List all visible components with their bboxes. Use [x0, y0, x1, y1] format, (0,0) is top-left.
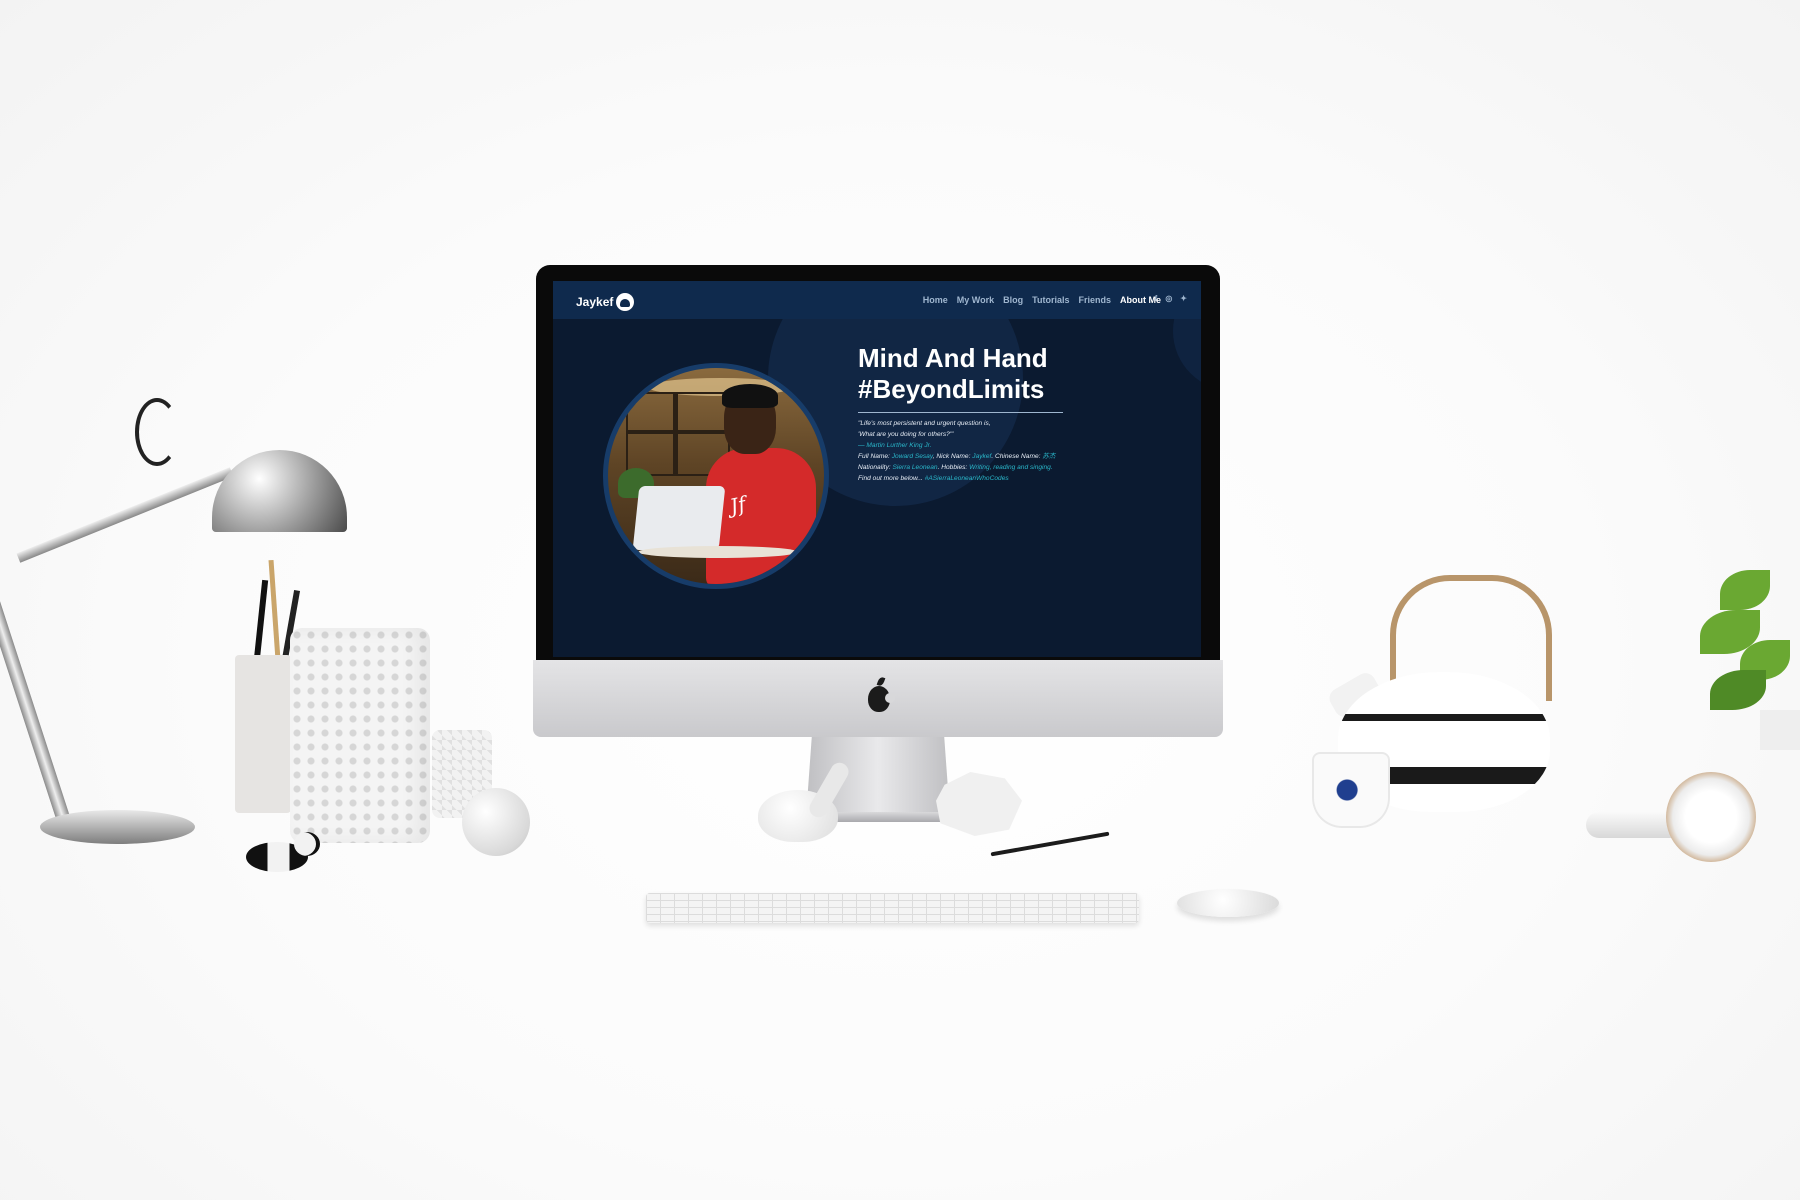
- photo-hair: [722, 384, 778, 408]
- crumpled-paper: [936, 772, 1022, 836]
- nav-link-tutorials[interactable]: Tutorials: [1032, 295, 1069, 305]
- plant-leaf: [1710, 670, 1766, 710]
- profile-photo: Jf: [603, 363, 829, 589]
- pen: [990, 831, 1110, 857]
- panda-head: [294, 832, 320, 856]
- mouse: [1177, 889, 1279, 917]
- potted-plant: [1690, 560, 1800, 750]
- full-name-value: Joward Sesay: [891, 453, 933, 460]
- brand-emblem-icon: [616, 293, 635, 311]
- facebook-icon[interactable]: f: [1155, 294, 1158, 303]
- nationality-label: Nationality:: [858, 464, 891, 471]
- bio-details-line: Nationality: Sierra Leonean. Hobbies: Wr…: [858, 462, 1098, 473]
- keyboard: [646, 893, 1139, 923]
- decorative-ball: [462, 788, 530, 856]
- desk-lamp-spring: [135, 398, 179, 466]
- nick-name-value: Jaykef: [972, 453, 992, 460]
- hero-title-line2: #BeyondLimits: [858, 374, 1045, 404]
- nationality-value: Sierra Leonean: [892, 464, 938, 471]
- apple-logo-icon: [868, 686, 895, 712]
- hobbies-value: Writing, reading and singing.: [969, 464, 1053, 471]
- desk-scene: Jaykef Home My Work Blog Tutorials Frien…: [0, 0, 1800, 1200]
- social-links: f ◎ ✦: [1155, 294, 1187, 303]
- headphones: [1586, 768, 1796, 868]
- plant-pot: [1760, 710, 1800, 750]
- hero-title: Mind And Hand #BeyondLimits: [858, 343, 1078, 405]
- nav-link-blog[interactable]: Blog: [1003, 295, 1023, 305]
- nav-link-home[interactable]: Home: [923, 295, 948, 305]
- brand-name: Jaykef: [576, 295, 614, 309]
- nav-link-friends[interactable]: Friends: [1078, 295, 1111, 305]
- bio-block: "Life's most persistent and urgent quest…: [858, 418, 1098, 484]
- brand-logo[interactable]: Jaykef: [576, 293, 635, 311]
- find-more-text: Find out more below...: [858, 475, 923, 482]
- desk-lamp-arm: [0, 542, 74, 833]
- bird-figurine: [758, 759, 863, 844]
- photo-red-hoodie: [706, 448, 816, 584]
- desk-lamp-base: [40, 810, 195, 844]
- hobbies-label: . Hobbies:: [937, 464, 968, 471]
- hero-title-line1: Mind And Hand: [858, 343, 1048, 373]
- quote-line: 'What are you doing for others?'": [858, 431, 954, 438]
- headphones-earcup: [1666, 772, 1756, 862]
- pencil-cup: [235, 655, 291, 813]
- hero-divider: [858, 412, 1063, 413]
- panda-figurine: [240, 832, 322, 878]
- photo-laptop: [632, 486, 726, 550]
- instagram-icon[interactable]: ◎: [1165, 294, 1172, 303]
- pencil: [268, 559, 281, 661]
- hashtag-link[interactable]: #ASierraLeoneanWhoCodes: [925, 475, 1009, 482]
- nav-link-my-work[interactable]: My Work: [957, 295, 994, 305]
- perforated-vase: [290, 628, 430, 843]
- photo-table: [638, 546, 798, 558]
- bio-names-line: Full Name: Joward Sesay, Nick Name: Jayk…: [858, 451, 1098, 462]
- desk-lamp-arm: [16, 467, 234, 563]
- full-name-label: Full Name:: [858, 453, 890, 460]
- desk-lamp-shade: [212, 450, 347, 532]
- twitter-icon[interactable]: ✦: [1180, 294, 1187, 303]
- nav-links: Home My Work Blog Tutorials Friends Abou…: [923, 295, 1161, 305]
- quote-author: — Martin Lurther King Jr.: [858, 442, 932, 449]
- chinese-name-label: . Chinese Name:: [991, 453, 1041, 460]
- tea-cup: [1312, 752, 1390, 828]
- nick-name-label: , Nick Name:: [932, 453, 971, 460]
- bio-more-line: Find out more below... #ASierraLeoneanWh…: [858, 473, 1098, 484]
- quote-line: "Life's most persistent and urgent quest…: [858, 420, 991, 427]
- pencil: [253, 579, 269, 661]
- imac-screen: Jaykef Home My Work Blog Tutorials Frien…: [553, 281, 1201, 657]
- chinese-name-value: 苏杰: [1042, 453, 1056, 460]
- site-navbar: Jaykef Home My Work Blog Tutorials Frien…: [553, 281, 1201, 319]
- plant-leaf: [1720, 570, 1770, 610]
